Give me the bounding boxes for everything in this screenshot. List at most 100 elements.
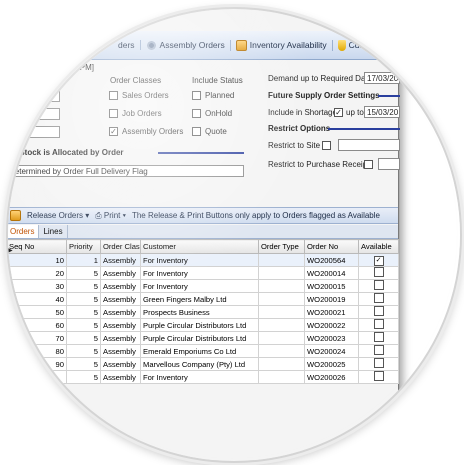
restrict-options-heading: Restrict Options bbox=[268, 124, 331, 133]
allocation-heading: ow Stock is Allocated by Order bbox=[6, 148, 124, 157]
cell-available bbox=[358, 318, 399, 332]
toolbar-orders-button[interactable]: ders bbox=[8, 40, 141, 50]
demand-label: Demand up to Required Date bbox=[268, 74, 373, 83]
assembly-orders-checkbox[interactable]: ✓ bbox=[109, 127, 118, 136]
restrict-purchase-checkbox[interactable] bbox=[364, 160, 373, 169]
restrict-site-checkbox[interactable] bbox=[322, 141, 331, 150]
cell-order-class: Assembly bbox=[100, 253, 141, 267]
cell-available bbox=[358, 279, 399, 293]
main-toolbar: ders Assembly Orders Inventory Availabil… bbox=[8, 31, 398, 60]
table-row[interactable]: 30 5 Assembly For Inventory WO200015 bbox=[8, 279, 399, 293]
cell-seq-no: 20 bbox=[8, 266, 67, 280]
available-checkbox[interactable] bbox=[373, 332, 384, 342]
restrict-purchase-label: Restrict to Purchase Receipt bbox=[268, 160, 370, 169]
cell-order-type bbox=[258, 292, 305, 306]
cell-order-type bbox=[258, 370, 305, 384]
cell-order-class: Assembly bbox=[100, 279, 141, 293]
available-checkbox[interactable] bbox=[373, 345, 384, 355]
col-order-type[interactable]: Order Type bbox=[258, 239, 305, 254]
table-row[interactable]: 40 5 Assembly Green Fingers Malby Ltd WO2000… bbox=[8, 292, 399, 306]
cell-customer: Purple Circular Distributors Ltd bbox=[140, 331, 259, 345]
cell-customer: Emerald Emporiums Co Ltd bbox=[140, 344, 259, 358]
job-orders-checkbox[interactable] bbox=[109, 109, 118, 118]
toolbar-inventory-availability-button[interactable]: Inventory Availability bbox=[231, 39, 333, 51]
tab-lines[interactable]: Lines bbox=[39, 225, 68, 238]
available-checkbox[interactable] bbox=[373, 371, 384, 381]
ordering-field-3[interactable]: s bbox=[8, 126, 60, 138]
gear-icon bbox=[145, 39, 157, 51]
cell-customer: Purple Circular Distributors Ltd bbox=[140, 318, 259, 332]
onhold-checkbox[interactable] bbox=[192, 109, 201, 118]
table-row[interactable]: 5 Assembly For Inventory WO200026 bbox=[8, 370, 399, 384]
include-status-label: Include Status bbox=[192, 76, 243, 85]
demand-date-field[interactable]: 17/03/20 bbox=[364, 72, 400, 84]
allocation-field[interactable]: Determined by Order Full Delivery Flag bbox=[8, 165, 244, 177]
ordering-field-1[interactable]: y bbox=[8, 90, 60, 102]
available-checkbox[interactable] bbox=[373, 280, 384, 290]
table-row[interactable]: 80 5 Assembly Emerald Emporiums Co Ltd WO200… bbox=[8, 344, 399, 358]
release-orders-button[interactable]: Release Orders ▾ bbox=[27, 211, 89, 220]
col-order-class[interactable]: Order Class bbox=[100, 239, 141, 254]
table-row[interactable]: 90 5 Assembly Marvellous Company (Pty) Ltd W… bbox=[8, 357, 399, 371]
cell-order-type bbox=[258, 279, 305, 293]
release-toolbar: Release Orders ▾ ⎙ Print ▾ The Release &… bbox=[8, 207, 398, 224]
cell-order-class: Assembly bbox=[100, 357, 141, 371]
cell-order-type bbox=[258, 331, 305, 345]
tab-strip: Orders Lines bbox=[8, 225, 398, 239]
cell-order-no: WO200022 bbox=[304, 318, 359, 332]
cell-customer: Green Fingers Malby Ltd bbox=[140, 292, 259, 306]
cell-order-class: Assembly bbox=[100, 292, 141, 306]
cell-seq-no: 90 bbox=[8, 357, 67, 371]
up-to-date-field[interactable]: 15/03/20 bbox=[364, 106, 400, 118]
cell-seq-no: 50 bbox=[8, 305, 67, 319]
cell-priority: 5 bbox=[66, 331, 101, 345]
col-priority[interactable]: Priority bbox=[66, 239, 101, 254]
cell-order-no: WO200026 bbox=[304, 370, 359, 384]
table-row[interactable]: 20 5 Assembly For Inventory WO200014 bbox=[8, 266, 399, 280]
quote-checkbox[interactable] bbox=[192, 127, 201, 136]
cell-available bbox=[358, 344, 399, 358]
cell-customer: For Inventory bbox=[140, 370, 259, 384]
restrict-purchase-field[interactable] bbox=[378, 158, 400, 170]
available-checkbox[interactable]: ✓ bbox=[373, 255, 384, 266]
available-checkbox[interactable] bbox=[373, 267, 384, 277]
cell-priority: 5 bbox=[66, 344, 101, 358]
table-row[interactable]: 60 5 Assembly Purple Circular Distributors … bbox=[8, 318, 399, 332]
available-checkbox[interactable] bbox=[373, 319, 384, 329]
available-checkbox[interactable] bbox=[373, 306, 384, 316]
available-checkbox[interactable] bbox=[373, 358, 384, 368]
col-order-no[interactable]: Order No bbox=[304, 239, 359, 254]
cell-order-no: WO200015 bbox=[304, 279, 359, 293]
col-available[interactable]: Available bbox=[358, 239, 399, 254]
toolbar-inventory-availability-label: Inventory Availability bbox=[249, 40, 327, 50]
release-note: The Release & Print Buttons only apply t… bbox=[131, 211, 380, 220]
table-row[interactable]: 70 5 Assembly Purple Circular Distributors … bbox=[8, 331, 399, 345]
toolbar-customer-button[interactable]: Custo bbox=[333, 39, 376, 51]
restrict-site-field[interactable] bbox=[338, 139, 400, 151]
cell-customer: Marvellous Company (Pty) Ltd bbox=[140, 357, 259, 371]
col-seq-no[interactable]: Seq No bbox=[8, 239, 67, 254]
cell-order-no: WO200014 bbox=[304, 266, 359, 280]
grid-body: 10 1 Assembly For Inventory WO200564 ✓ 20 5 Asse… bbox=[8, 253, 399, 384]
sales-orders-label: Sales Orders bbox=[122, 91, 169, 100]
planned-checkbox[interactable] bbox=[192, 91, 201, 100]
print-button[interactable]: ⎙ Print ▾ bbox=[95, 211, 126, 221]
ordering-field-2[interactable]: ate bbox=[8, 108, 60, 120]
table-row[interactable]: 50 5 Assembly Prospects Business WO200021 bbox=[8, 305, 399, 319]
cell-order-type bbox=[258, 266, 305, 280]
sales-orders-checkbox[interactable] bbox=[109, 91, 118, 100]
col-customer[interactable]: Customer bbox=[140, 239, 259, 254]
cell-available bbox=[358, 292, 399, 306]
cell-order-type bbox=[258, 318, 305, 332]
cell-order-no: WO200025 bbox=[304, 357, 359, 371]
table-row[interactable]: 10 1 Assembly For Inventory WO200564 ✓ bbox=[8, 253, 399, 267]
available-checkbox[interactable] bbox=[373, 293, 384, 303]
cell-order-type bbox=[258, 344, 305, 358]
cell-available bbox=[358, 266, 399, 280]
tab-orders[interactable]: Orders bbox=[8, 225, 40, 238]
allocation-rule bbox=[158, 152, 244, 154]
cell-order-no: WO200024 bbox=[304, 344, 359, 358]
toolbar-assembly-orders-button[interactable]: Assembly Orders bbox=[141, 39, 231, 51]
cell-seq-no: 60 bbox=[8, 318, 67, 332]
include-shortages-checkbox[interactable]: ✓ bbox=[334, 108, 343, 117]
